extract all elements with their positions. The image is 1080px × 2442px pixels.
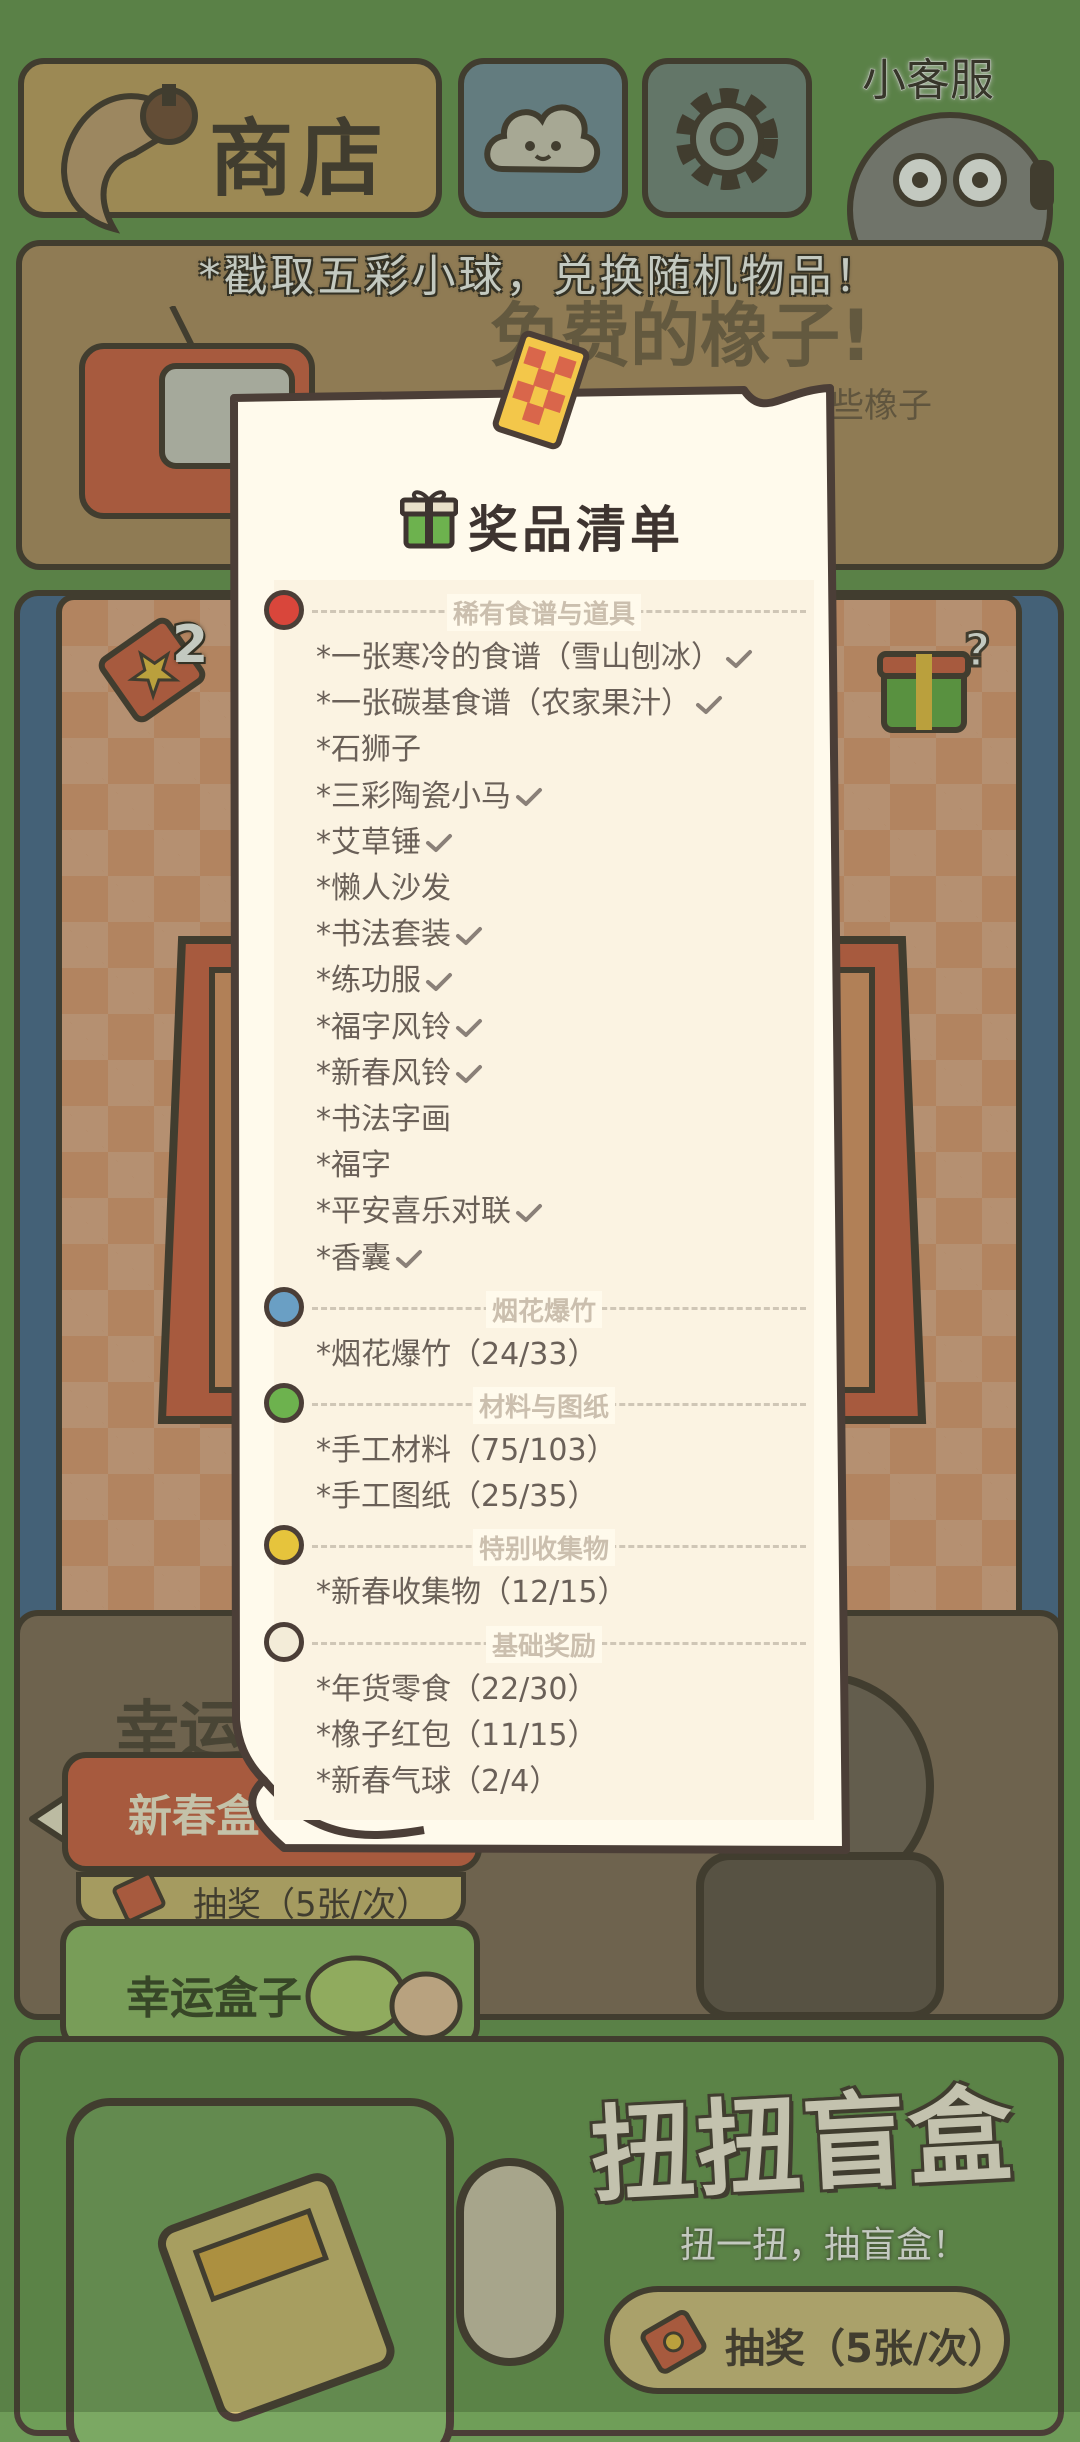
prize-item-label: *石狮子 [316, 732, 421, 768]
pin-tag-icon [492, 330, 590, 450]
prize-section-header: 烟花爆竹 [264, 1286, 824, 1335]
checkmark-icon [456, 1065, 482, 1084]
prize-item: *手工图纸（25/35） [316, 1471, 597, 1515]
ball-icon [264, 1621, 304, 1662]
prize-section-label: 基础奖励 [485, 1625, 603, 1663]
prize-item: *平安喜乐对联 [316, 1186, 543, 1230]
prize-section-label: 稀有食谱与道具 [446, 594, 642, 631]
gift-icon [400, 490, 458, 549]
ball-icon [264, 1286, 304, 1327]
prize-item: *石狮子 [316, 724, 421, 768]
prize-item-label: *练功服 [316, 963, 421, 999]
prize-item: *年货零食（22/30） [316, 1664, 597, 1708]
checkmark-icon [696, 695, 722, 714]
prize-item: *艾草锤 [316, 817, 453, 861]
prize-item-label: *新春气球（2/4） [316, 1764, 560, 1799]
prize-item: *书法字画 [316, 1094, 451, 1138]
prize-section-header: 材料与图纸 [264, 1383, 824, 1431]
checkmark-icon [426, 972, 452, 991]
prize-item-label: *书法字画 [316, 1102, 451, 1137]
prize-item: *福字 [316, 1140, 391, 1184]
prize-section-header: 特别收集物 [264, 1525, 824, 1573]
prize-item: *福字风铃 [316, 1002, 483, 1046]
prize-item: *一张寒冷的食谱（雪山刨冰） [316, 632, 753, 676]
checkmark-icon [426, 834, 452, 853]
prize-list-modal: 奖品清单 稀有食谱与道具 *一张寒冷的食谱（雪山刨冰） *一张碳基食谱（农家果汁） *… [224, 330, 856, 1860]
prize-item: *新春风铃 [316, 1048, 483, 1092]
prize-section-header: 基础奖励 [264, 1621, 824, 1670]
prize-item-label: *橡子红包（11/15） [316, 1717, 598, 1753]
prize-item-label: *香囊 [316, 1240, 391, 1276]
prize-item-label: *一张寒冷的食谱（雪山刨冰） [316, 640, 721, 675]
checkmark-icon [396, 1250, 422, 1269]
prize-item-label: *烟花爆竹（24/33） [316, 1336, 598, 1372]
prize-item: *书法套装 [316, 909, 483, 953]
prize-item-label: *手工图纸（25/35） [316, 1479, 598, 1515]
prize-item-label: *艾草锤 [316, 824, 421, 860]
prize-section-label: 烟花爆竹 [485, 1290, 603, 1328]
prize-item-label: *平安喜乐对联 [316, 1194, 511, 1230]
prize-item-label: *书法套装 [316, 917, 451, 953]
checkmark-icon [516, 788, 542, 807]
checkmark-icon [726, 649, 752, 668]
prize-item: *练功服 [316, 955, 453, 999]
prize-item: *懒人沙发 [316, 863, 451, 907]
prize-item-label: *懒人沙发 [316, 871, 451, 906]
ball-icon [264, 1383, 304, 1423]
prize-item-label: *新春收集物（12/15） [316, 1575, 628, 1611]
prize-item-label: *年货零食（22/30） [316, 1671, 598, 1707]
modal-title: 奖品清单 [468, 501, 684, 559]
prize-section-label: 特别收集物 [472, 1529, 616, 1567]
checkmark-icon [516, 1203, 542, 1222]
prize-item-label: *一张碳基食谱（农家果汁） [316, 686, 691, 722]
checkmark-icon [456, 1019, 482, 1038]
prize-section-label: 材料与图纸 [472, 1387, 616, 1424]
prize-item: *新春气球（2/4） [316, 1756, 559, 1800]
prize-item-label: *三彩陶瓷小马 [316, 778, 511, 814]
ball-icon [264, 1525, 304, 1566]
prize-item: *烟花爆竹（24/33） [316, 1329, 597, 1373]
prize-item: *手工材料（75/103） [316, 1425, 617, 1469]
prize-item-label: *手工材料（75/103） [316, 1433, 617, 1468]
modal-header: 奖品清单 [400, 480, 700, 560]
ball-icon [264, 590, 304, 630]
prize-section-header: 稀有食谱与道具 [264, 590, 824, 638]
prize-item: *一张碳基食谱（农家果汁） [316, 678, 723, 722]
checkmark-icon [456, 926, 482, 945]
prize-item: *新春收集物（12/15） [316, 1567, 627, 1611]
prize-item: *三彩陶瓷小马 [316, 771, 543, 815]
prize-item: *香囊 [316, 1233, 423, 1277]
prize-item-label: *新春风铃 [316, 1055, 451, 1091]
prize-item-label: *福字风铃 [316, 1009, 451, 1045]
prize-item-label: *福字 [316, 1148, 391, 1184]
prize-item: *橡子红包（11/15） [316, 1710, 597, 1754]
